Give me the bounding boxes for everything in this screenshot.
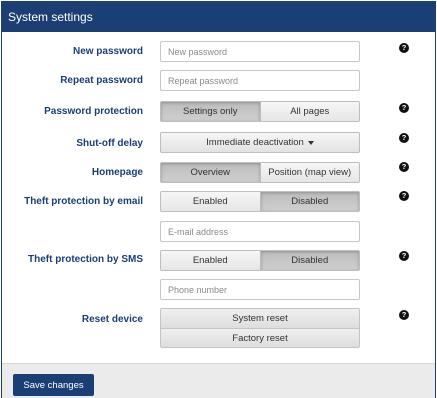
password-protection-label: Password protection [44, 106, 143, 117]
theft-sms-enabled[interactable]: Enabled [161, 251, 260, 270]
panel-title: System settings [8, 10, 93, 24]
new-password-label: New password [72, 46, 143, 57]
password-protection-settings-only[interactable]: Settings only [161, 102, 260, 121]
new-password-input[interactable] [160, 41, 360, 62]
caret-down-icon [307, 140, 314, 145]
theft-email-enabled[interactable]: Enabled [161, 192, 260, 211]
system-reset-button[interactable]: System reset [161, 309, 359, 328]
shutoff-delay-dropdown[interactable]: Immediate deactivation [160, 132, 360, 153]
factory-reset-button[interactable]: Factory reset [161, 328, 359, 347]
reset-device-label: Reset device [81, 314, 143, 325]
theft-sms-label: Theft protection by SMS [28, 254, 143, 265]
email-address-input[interactable] [160, 221, 360, 242]
panel-header: System settings [2, 2, 435, 32]
help-icon-theft-sms[interactable]: ? [399, 251, 409, 261]
help-icon-homepage[interactable]: ? [399, 162, 409, 172]
reset-device-buttons: System reset Factory reset [160, 308, 360, 348]
system-settings-panel: System settings New password ? Repeat pa… [1, 1, 436, 398]
homepage-position-map-view[interactable]: Position (map view) [259, 163, 359, 182]
homepage-overview[interactable]: Overview [161, 163, 260, 182]
repeat-password-label: Repeat password [60, 75, 143, 86]
theft-email-toggle: Enabled Disabled [160, 191, 360, 212]
theft-email-disabled[interactable]: Disabled [259, 192, 359, 211]
shutoff-delay-value: Immediate deactivation [206, 137, 304, 148]
password-protection-all-pages[interactable]: All pages [259, 102, 359, 121]
theft-sms-toggle: Enabled Disabled [160, 250, 360, 271]
phone-number-input[interactable] [160, 279, 360, 300]
help-icon-password-protection[interactable]: ? [399, 103, 409, 113]
panel-footer: Save changes [2, 363, 435, 398]
theft-sms-disabled[interactable]: Disabled [259, 251, 359, 270]
help-icon-theft-email[interactable]: ? [399, 191, 409, 201]
save-changes-button[interactable]: Save changes [13, 374, 94, 396]
help-icon-new-password[interactable]: ? [399, 43, 409, 53]
repeat-password-input[interactable] [160, 70, 360, 91]
shutoff-delay-label: Shut-off delay [76, 138, 143, 149]
theft-email-label: Theft protection by email [24, 196, 143, 207]
password-protection-toggle: Settings only All pages [160, 101, 360, 122]
help-icon-shutoff-delay[interactable]: ? [399, 133, 409, 143]
homepage-toggle: Overview Position (map view) [160, 162, 360, 183]
homepage-label: Homepage [91, 167, 143, 178]
help-icon-reset-device[interactable]: ? [399, 310, 409, 320]
